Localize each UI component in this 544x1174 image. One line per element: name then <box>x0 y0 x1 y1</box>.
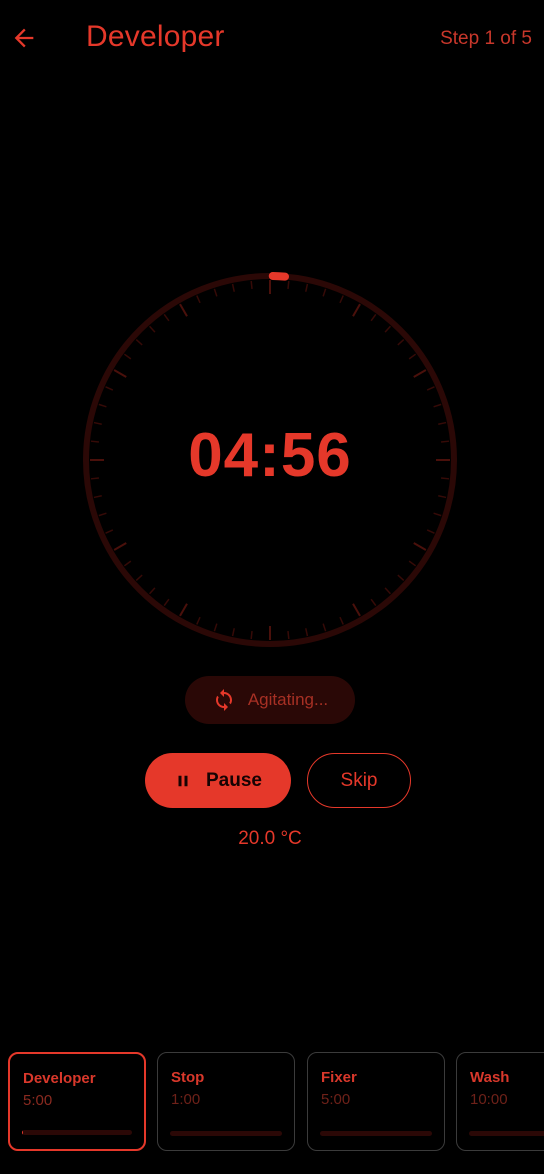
dial-tick <box>250 630 253 640</box>
dial-tick <box>231 628 235 637</box>
dial-tick <box>339 616 344 625</box>
dial-tick <box>352 303 361 317</box>
skip-label: Skip <box>340 769 378 791</box>
step-indicator: Step 1 of 5 <box>440 28 532 49</box>
dial-tick <box>438 495 447 499</box>
dial-tick <box>113 542 127 551</box>
dial-tick <box>408 353 417 360</box>
dial-tick <box>213 623 218 632</box>
dial-tick <box>433 403 442 408</box>
dial-tick <box>93 495 102 499</box>
dial-tick <box>352 603 361 617</box>
step-duration: 10:00 <box>470 1091 508 1108</box>
timer-display: 04:56 <box>188 421 352 490</box>
app-header: Developer Step 1 of 5 <box>0 0 544 78</box>
dial-tick <box>322 288 327 297</box>
step-card-stop[interactable]: Stop 1:00 <box>157 1052 295 1151</box>
step-name: Fixer <box>321 1069 357 1086</box>
step-progress-bar <box>22 1130 132 1135</box>
arrow-left-icon <box>14 28 34 48</box>
dial-tick <box>413 369 427 378</box>
dial-tick <box>231 283 235 292</box>
dial-tick <box>213 288 218 297</box>
step-progress-bar <box>320 1131 432 1136</box>
dial-tick <box>105 529 114 534</box>
sync-icon <box>215 689 232 711</box>
dial-tick <box>179 603 188 617</box>
pause-icon <box>178 775 188 786</box>
dial-tick <box>179 303 188 317</box>
step-name: Stop <box>171 1069 205 1086</box>
dial-tick <box>287 280 290 290</box>
step-progress-bar <box>469 1131 544 1136</box>
dial-tick <box>287 630 290 640</box>
agitation-indicator: Agitating... <box>185 676 355 724</box>
step-duration: 5:00 <box>23 1092 53 1109</box>
dial-tick <box>148 587 156 595</box>
dial-tick <box>123 353 132 360</box>
dial-tick <box>196 616 201 625</box>
dial-tick <box>339 295 344 304</box>
step-name: Developer <box>23 1070 96 1087</box>
dial-tick <box>135 338 143 346</box>
dial-tick <box>250 280 253 290</box>
dial-tick <box>98 403 107 408</box>
dial-tick <box>322 623 327 632</box>
dial-tick <box>433 512 442 517</box>
step-list: Developer 5:00 Stop 1:00 Fixer 5:00 Wash… <box>0 1052 544 1152</box>
dial-tick <box>384 587 392 595</box>
dial-tick <box>426 529 435 534</box>
dial-tick <box>397 574 405 582</box>
dial-tick <box>98 512 107 517</box>
step-progress-bar <box>170 1131 282 1136</box>
dial-tick <box>148 325 156 333</box>
step-name: Wash <box>470 1069 510 1086</box>
dial-tick <box>370 598 377 607</box>
step-duration: 1:00 <box>171 1091 201 1108</box>
pause-button[interactable]: Pause <box>145 753 291 808</box>
dial-tick <box>163 313 170 322</box>
dial-tick <box>196 295 201 304</box>
dial-tick <box>305 283 309 292</box>
step-duration: 5:00 <box>321 1091 351 1108</box>
step-card-wash[interactable]: Wash 10:00 <box>456 1052 544 1151</box>
skip-button[interactable]: Skip <box>307 753 411 808</box>
dial-tick <box>408 560 417 567</box>
dial-tick <box>163 598 170 607</box>
step-card-fixer[interactable]: Fixer 5:00 <box>307 1052 445 1151</box>
dial-tick <box>397 338 405 346</box>
dial-tick <box>384 325 392 333</box>
step-card-developer[interactable]: Developer 5:00 <box>8 1052 146 1151</box>
temperature-readout: 20.0 °C <box>238 828 302 849</box>
dial-tick <box>305 628 309 637</box>
page-title: Developer <box>86 20 225 53</box>
agitation-label: Agitating... <box>247 690 329 709</box>
pause-label: Pause <box>206 769 262 791</box>
dial-tick <box>413 542 427 551</box>
dial-tick <box>135 574 143 582</box>
back-button[interactable] <box>8 22 40 54</box>
dial-tick <box>426 386 435 391</box>
dial-tick <box>370 313 377 322</box>
dial-tick <box>123 560 132 567</box>
dial-tick <box>105 386 114 391</box>
dial-progress-arc <box>268 272 290 281</box>
dial-tick <box>113 369 127 378</box>
